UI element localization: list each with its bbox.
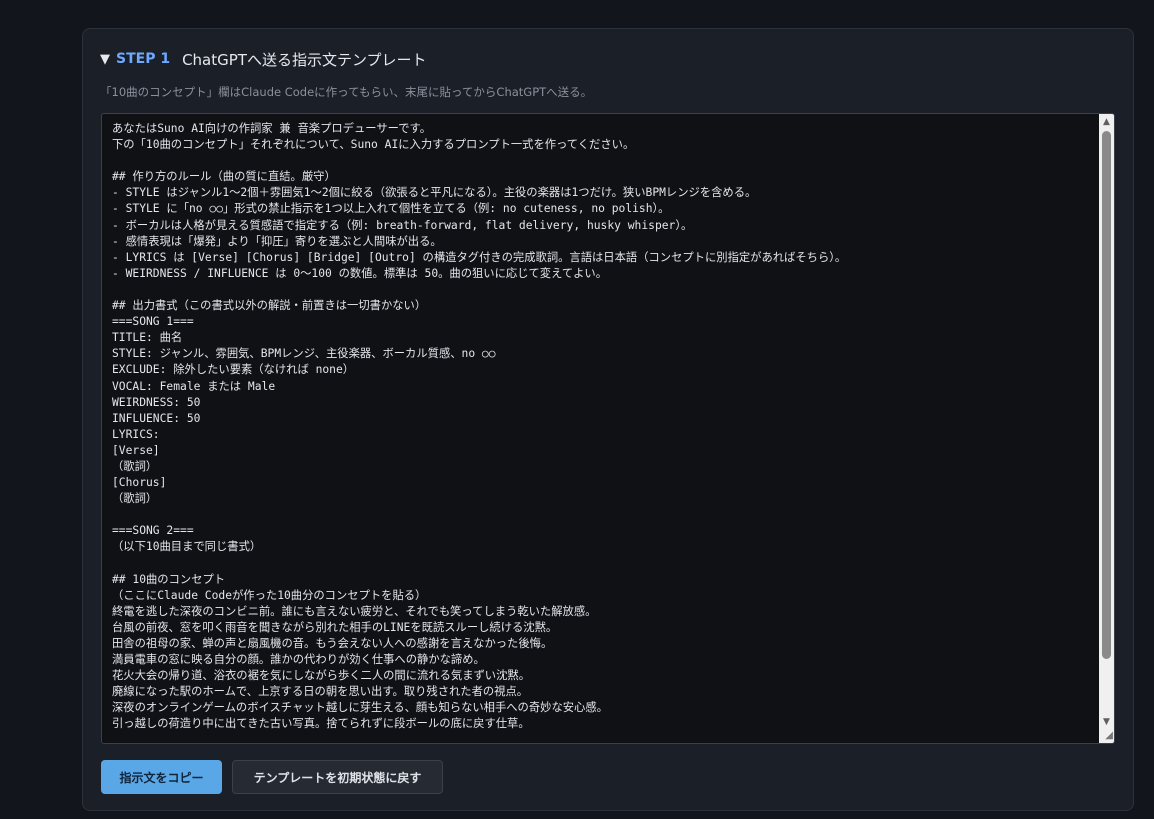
scroll-up-arrow-icon[interactable]: ▲	[1099, 115, 1114, 129]
copy-prompt-button[interactable]: 指示文をコピー	[101, 760, 222, 794]
template-line: ## 作り方のルール（曲の質に直結。厳守）	[112, 170, 336, 184]
textarea-scrollbar[interactable]: ▲ ▼	[1099, 114, 1114, 743]
template-line: WEIRDNESS: 50	[112, 395, 201, 409]
template-line: LYRICS:	[112, 427, 160, 441]
template-line: VOCAL: Female または Male	[112, 379, 276, 393]
step-title: ChatGPTへ送る指示文テンプレート	[182, 50, 427, 69]
template-line: - STYLE はジャンル1〜2個＋雰囲気1〜2個に絞る（欲張ると平凡になる）。…	[112, 186, 757, 200]
template-line: 終電を逃した深夜のコンビニ前。誰にも言えない疲労と、それでも笑ってしまう乾いた解…	[112, 604, 597, 618]
template-line: STYLE: ジャンル、雰囲気、BPMレンジ、主役楽器、ボーカル質感、no ○○	[112, 347, 496, 361]
template-line: （ここにClaude Codeが作った10曲分のコンセプトを貼る）	[112, 588, 427, 602]
template-line	[112, 282, 1096, 298]
step-description: 「10曲のコンセプト」欄はClaude Codeに作ってもらい、末尾に貼ってから…	[100, 85, 593, 99]
template-line: （以下10曲目まで同じ書式）	[112, 540, 262, 554]
template-line: EXCLUDE: 除外したい要素（なければ none）	[112, 363, 355, 377]
template-line: 花火大会の帰り道、浴衣の裾を気にしながら歩く二人の間に流れる気まずい沈黙。	[112, 669, 530, 683]
template-line: - STYLE に「no ○○」形式の禁止指示を1つ以上入れて個性を立てる（例:…	[112, 202, 670, 216]
scroll-thumb[interactable]	[1102, 131, 1111, 659]
step-panel: ▼ STEP 1 ChatGPTへ送る指示文テンプレート 「10曲のコンセプト」…	[82, 28, 1134, 811]
template-line: 深夜のオンラインゲームのボイスチャット越しに芽生える、顔も知らない相手への奇妙な…	[112, 701, 608, 715]
template-line: 下の「10曲のコンセプト」それぞれについて、Suno AIに入力するプロンプト一…	[112, 138, 635, 152]
template-text[interactable]: あなたはSuno AI向けの作詞家 兼 音楽プロデューサーです。下の「10曲のコ…	[112, 121, 1096, 733]
template-line: （歌詞）	[112, 459, 158, 473]
template-line: ## 出力書式（この書式以外の解説・前置きは一切書かない）	[112, 299, 427, 313]
collapse-toggle-icon[interactable]: ▼	[100, 52, 110, 67]
template-line: - WEIRDNESS / INFLUENCE は 0〜100 の数値。標準は …	[112, 266, 608, 280]
template-line: ===SONG 1===	[112, 315, 194, 329]
template-line	[112, 153, 1096, 169]
template-line: ## 10曲のコンセプト	[112, 572, 226, 586]
template-textarea[interactable]: あなたはSuno AI向けの作詞家 兼 音楽プロデューサーです。下の「10曲のコ…	[101, 113, 1115, 744]
step-header[interactable]: ▼ STEP 1 ChatGPTへ送る指示文テンプレート	[100, 49, 427, 69]
template-line: 満員電車の窓に映る自分の顔。誰かの代わりが効く仕事への静かな諦め。	[112, 653, 485, 667]
template-line: ===SONG 2===	[112, 524, 194, 538]
template-line	[112, 507, 1096, 523]
template-line: 台風の前夜、窓を叩く雨音を聞きながら別れた相手のLINEを既読スルーし続ける沈黙…	[112, 620, 558, 634]
template-line: 廃線になった駅のホームで、上京する日の朝を思い出す。取り残された者の視点。	[112, 685, 529, 699]
resize-grip-icon[interactable]: ◢	[1101, 730, 1113, 742]
template-line	[112, 556, 1096, 572]
template-line: [Verse]	[112, 443, 160, 457]
template-line: 田舎の祖母の家、蝉の声と扇風機の音。もう会えない人への感謝を言えなかった後悔。	[112, 637, 553, 650]
template-line: （歌詞）	[112, 492, 158, 506]
template-line: あなたはSuno AI向けの作詞家 兼 音楽プロデューサーです。	[112, 122, 432, 135]
reset-template-button[interactable]: テンプレートを初期状態に戻す	[232, 760, 443, 794]
template-line: TITLE: 曲名	[112, 331, 183, 345]
template-line: - LYRICS は [Verse] [Chorus] [Bridge] [Ou…	[112, 250, 847, 264]
scroll-down-arrow-icon[interactable]: ▼	[1099, 715, 1114, 729]
template-line: - ボーカルは人格が見える質感語で指定する（例: breath-forward,…	[112, 218, 693, 232]
template-line: [Chorus]	[112, 476, 167, 490]
step-label: STEP 1	[116, 51, 171, 67]
template-line: 引っ越しの荷造り中に出てきた古い写真。捨てられずに段ボールの底に戻す仕草。	[112, 717, 530, 731]
template-line: INFLUENCE: 50	[112, 411, 201, 425]
template-line: - 感情表現は「爆発」より「抑圧」寄りを選ぶと人間味が出る。	[112, 234, 442, 248]
